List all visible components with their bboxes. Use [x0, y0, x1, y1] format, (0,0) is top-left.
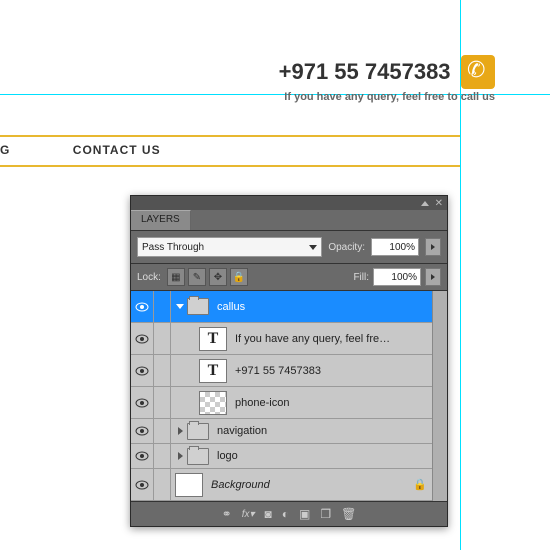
- new-layer-icon[interactable]: ❐: [320, 507, 331, 521]
- fx-icon[interactable]: fx▾: [242, 509, 255, 520]
- phone-number: +971 55 7457383: [279, 59, 451, 85]
- text-layer-icon: T: [199, 359, 227, 383]
- scrollbar[interactable]: [432, 291, 447, 501]
- link-col[interactable]: [154, 387, 171, 418]
- layers-panel: ✕ LAYERS Pass Through Opacity: 100% Lock…: [130, 195, 448, 527]
- lock-icons: ▦ ✎ ✥ 🔒: [167, 268, 248, 286]
- folder-icon: [187, 298, 209, 315]
- layer-name[interactable]: If you have any query, feel free ...: [235, 333, 395, 345]
- disclosure-right-icon[interactable]: [175, 451, 185, 461]
- callus-block: +971 55 7457383 If you have any query, f…: [279, 55, 495, 103]
- phone-icon: [461, 55, 495, 89]
- layer-row[interactable]: T If you have any query, feel free ...: [131, 323, 447, 355]
- blend-mode-dropdown[interactable]: Pass Through: [137, 237, 322, 257]
- visibility-toggle[interactable]: [131, 387, 154, 418]
- lock-all-icon[interactable]: 🔒: [230, 268, 248, 286]
- background-layer-icon: [175, 473, 203, 497]
- panel-footer: ⚭ fx▾ ◙ ◐ ▣ ❐ 🗑: [131, 501, 447, 526]
- link-layers-icon[interactable]: ⚭: [222, 507, 232, 521]
- lock-label: Lock:: [137, 272, 161, 283]
- collapse-icon[interactable]: [421, 201, 429, 206]
- layer-name[interactable]: Background: [211, 479, 270, 491]
- tab-layers[interactable]: LAYERS: [131, 210, 191, 230]
- link-col[interactable]: [154, 419, 171, 443]
- panel-tabs: LAYERS: [131, 210, 447, 231]
- link-col[interactable]: [154, 469, 171, 500]
- document-canvas: +971 55 7457383 If you have any query, f…: [0, 0, 550, 550]
- layer-name[interactable]: callus: [217, 301, 245, 313]
- adjustment-icon[interactable]: ◐: [282, 507, 289, 521]
- link-col[interactable]: [154, 291, 171, 322]
- layer-name[interactable]: +971 55 7457383: [235, 365, 321, 377]
- lock-icon: 🔒: [413, 478, 427, 491]
- blend-row: Pass Through Opacity: 100%: [131, 231, 447, 264]
- panel-topbar: ✕: [131, 196, 447, 210]
- mask-icon[interactable]: ◙: [265, 507, 272, 521]
- nav-item[interactable]: G: [0, 143, 10, 157]
- link-col[interactable]: [154, 323, 171, 354]
- close-icon[interactable]: ✕: [435, 198, 443, 209]
- disclosure-right-icon[interactable]: [175, 426, 185, 436]
- layer-row[interactable]: T +971 55 7457383: [131, 355, 447, 387]
- chevron-down-icon: [309, 245, 317, 250]
- layer-name[interactable]: phone-icon: [235, 397, 289, 409]
- blend-mode-value: Pass Through: [142, 242, 204, 253]
- layer-row[interactable]: phone-icon: [131, 387, 447, 419]
- fill-label: Fill:: [353, 272, 369, 283]
- disclosure-down-icon[interactable]: [175, 302, 185, 312]
- visibility-toggle[interactable]: [131, 444, 154, 468]
- opacity-slider-button[interactable]: [425, 238, 441, 256]
- layer-name[interactable]: navigation: [217, 425, 267, 437]
- opacity-label: Opacity:: [328, 242, 365, 253]
- phone-tagline: If you have any query, feel free to call…: [279, 91, 495, 103]
- lock-position-icon[interactable]: ✥: [209, 268, 227, 286]
- navigation-bar: G CONTACT US: [0, 135, 460, 167]
- lock-pixels-icon[interactable]: ✎: [188, 268, 206, 286]
- folder-icon: [187, 423, 209, 440]
- link-col[interactable]: [154, 444, 171, 468]
- lock-transparency-icon[interactable]: ▦: [167, 268, 185, 286]
- folder-icon: [187, 448, 209, 465]
- fill-slider-button[interactable]: [425, 268, 441, 286]
- layer-row[interactable]: logo: [131, 444, 447, 469]
- opacity-field[interactable]: 100%: [371, 238, 419, 256]
- visibility-toggle[interactable]: [131, 291, 154, 322]
- layer-name[interactable]: logo: [217, 450, 238, 462]
- visibility-toggle[interactable]: [131, 323, 154, 354]
- text-layer-icon: T: [199, 327, 227, 351]
- layer-row[interactable]: callus: [131, 291, 447, 323]
- visibility-toggle[interactable]: [131, 355, 154, 386]
- fill-field[interactable]: 100%: [373, 268, 421, 286]
- visibility-toggle[interactable]: [131, 419, 154, 443]
- bitmap-layer-icon: [199, 391, 227, 415]
- group-icon[interactable]: ▣: [299, 507, 310, 521]
- layer-row[interactable]: navigation: [131, 419, 447, 444]
- trash-icon[interactable]: 🗑: [341, 507, 356, 521]
- layers-list: callus T If you have any query, feel fre…: [131, 291, 447, 501]
- nav-item-contact[interactable]: CONTACT US: [73, 143, 161, 157]
- layer-row[interactable]: Background 🔒: [131, 469, 447, 501]
- visibility-toggle[interactable]: [131, 469, 154, 500]
- lock-row: Lock: ▦ ✎ ✥ 🔒 Fill: 100%: [131, 264, 447, 291]
- link-col[interactable]: [154, 355, 171, 386]
